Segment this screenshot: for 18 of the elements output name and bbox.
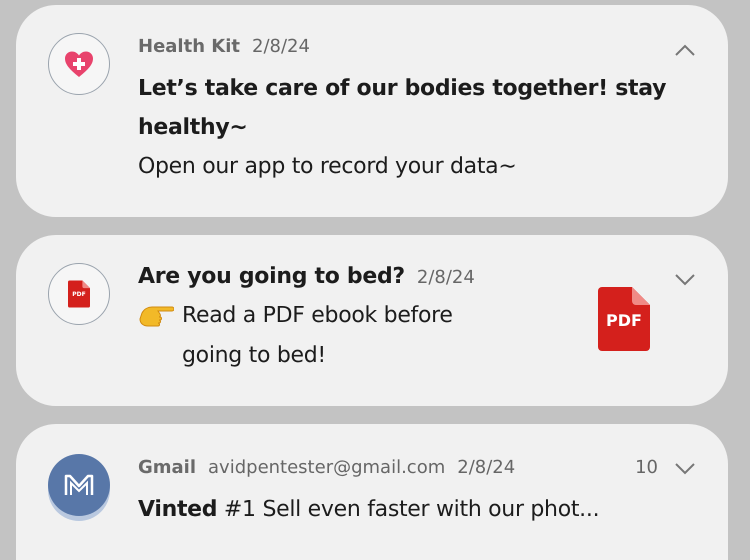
date-label: 2/8/24 [252,35,310,59]
heart-icon [64,50,94,78]
notification-body: Open our app to record your data~ [138,153,518,181]
date-label: 2/8/24 [416,266,475,290]
app-name: Gmail [138,456,196,480]
notification-headline: Let’s take care of our bodies together! stay healthy~ [138,75,668,142]
letter-m-icon [64,474,94,496]
notification-headline: Vinted #1 Sell even faster with our phot... [138,496,600,524]
app-name: Health Kit [138,35,240,59]
notification-title: Are you going to bed? [138,263,405,291]
date-label: 2/8/24 [457,456,516,480]
account-email: avidpentester@gmail.com [208,456,446,480]
pdf-thumbnail: PDF [598,287,650,351]
message-count: 10 [635,456,658,480]
collapse-chevron-icon[interactable] [674,43,696,57]
expand-chevron-icon[interactable] [674,273,696,287]
notification-body: Read a PDF ebook before going to bed! [182,302,454,370]
expand-chevron-icon[interactable] [674,462,696,476]
